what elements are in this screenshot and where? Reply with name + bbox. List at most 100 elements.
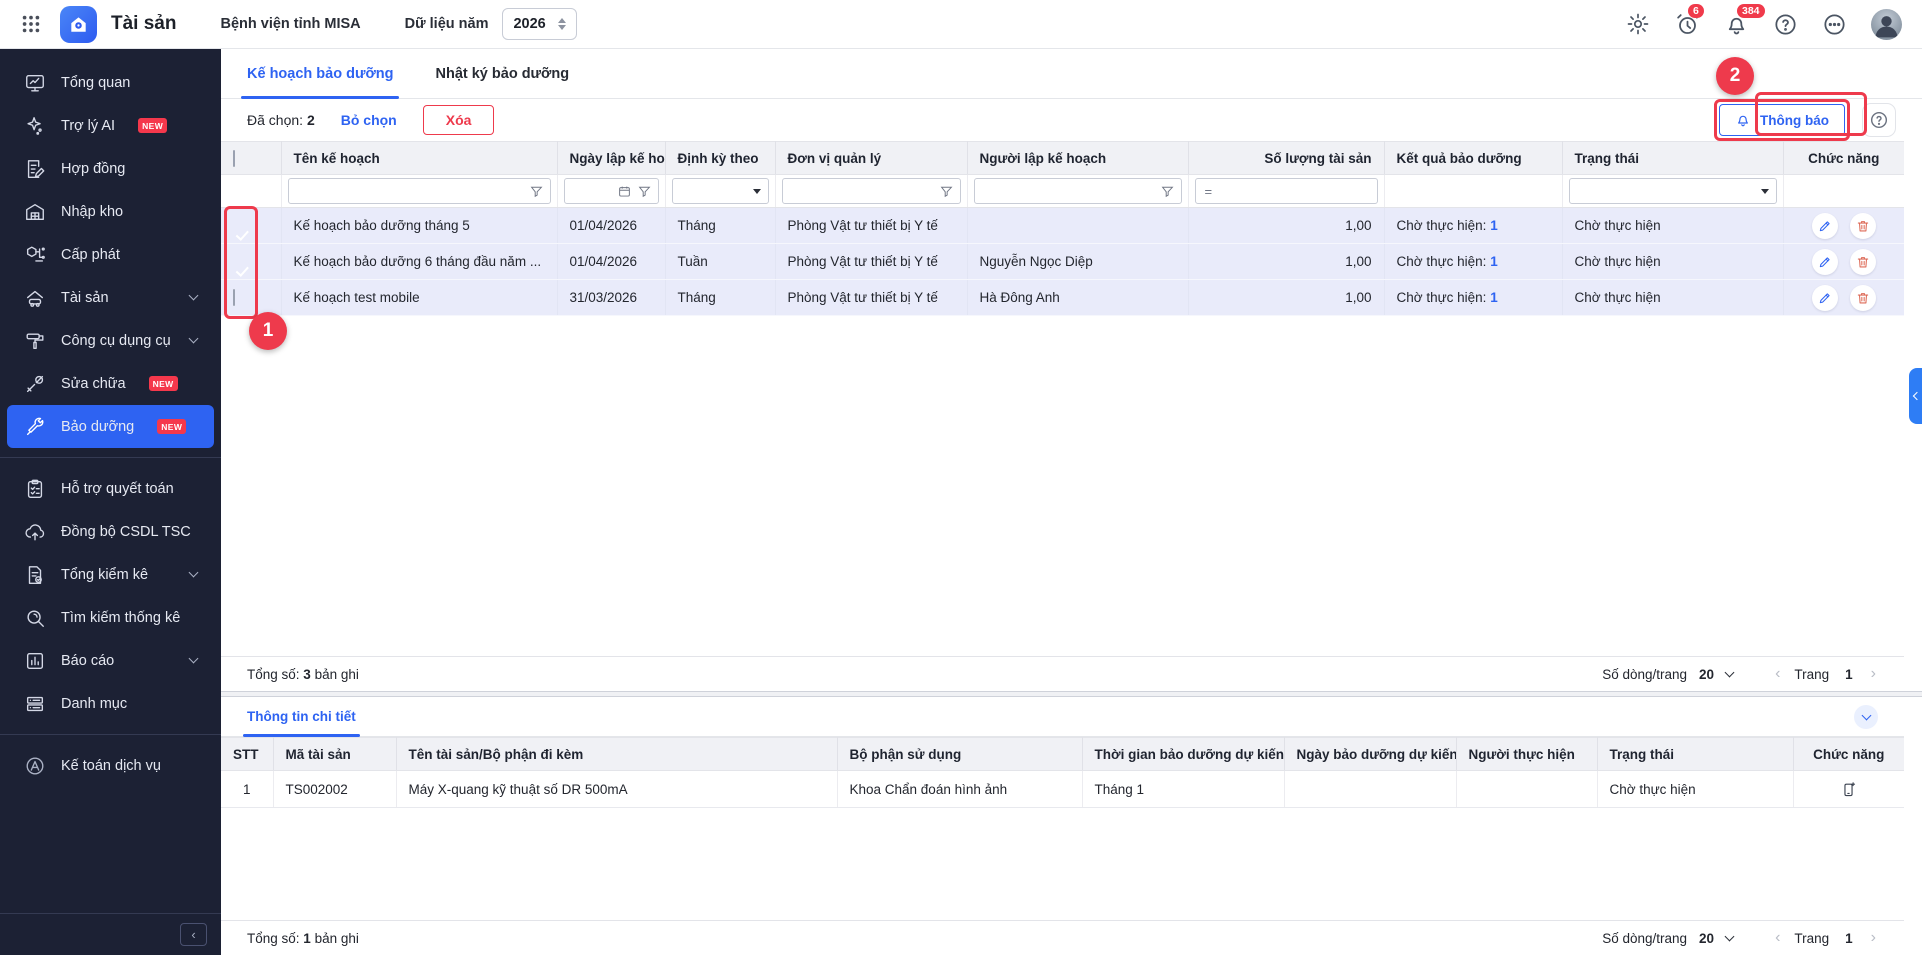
next-page-button[interactable]: › bbox=[1869, 665, 1878, 683]
per-page-caret-icon[interactable] bbox=[1725, 931, 1735, 941]
sidebar-item-ke-toan-dich-vu[interactable]: Kế toán dịch vụ bbox=[0, 744, 221, 787]
tab-ke-hoach-bao-duong[interactable]: Kế hoạch bảo dưỡng bbox=[247, 49, 393, 98]
notify-button[interactable]: Thông báo bbox=[1719, 104, 1845, 136]
detail-row[interactable]: 1 TS002002 Máy X-quang kỹ thuật số DR 50… bbox=[221, 771, 1904, 808]
cell-asset-name: Máy X-quang kỹ thuật số DR 500mA bbox=[396, 771, 837, 808]
stock-in-icon bbox=[24, 201, 46, 223]
sidebar-item-label: Tổng quan bbox=[61, 75, 130, 91]
caret-down-icon bbox=[1761, 189, 1769, 194]
year-selector[interactable]: 2026 bbox=[502, 8, 576, 40]
cell-asset-qty: 1,00 bbox=[1188, 244, 1384, 280]
sidebar-item-hop-dong[interactable]: Hợp đồng bbox=[0, 147, 221, 190]
pencil-icon bbox=[1818, 255, 1832, 269]
per-page-caret-icon[interactable] bbox=[1725, 667, 1735, 677]
allocation-icon bbox=[24, 244, 46, 266]
sidebar-item-tai-san[interactable]: Tài sản bbox=[0, 276, 221, 319]
edit-button[interactable] bbox=[1812, 285, 1838, 311]
user-avatar[interactable] bbox=[1871, 9, 1902, 40]
plan-row[interactable]: Kế hoạch bảo dưỡng tháng 5 01/04/2026 Th… bbox=[221, 208, 1904, 244]
sidebar-item-bao-cao[interactable]: Báo cáo bbox=[0, 639, 221, 682]
header-select-all bbox=[221, 142, 281, 175]
tab-nhat-ky-bao-duong[interactable]: Nhật ký bảo dưỡng bbox=[435, 49, 569, 98]
cell-unit: Phòng Vật tư thiết bị Y tế bbox=[775, 208, 967, 244]
page-number[interactable]: 1 bbox=[1841, 667, 1857, 682]
ai-assistant-icon bbox=[24, 115, 46, 137]
per-page-value[interactable]: 20 bbox=[1699, 931, 1714, 946]
next-page-button[interactable]: › bbox=[1869, 929, 1878, 947]
edit-button[interactable] bbox=[1812, 249, 1838, 275]
cell-checkbox bbox=[221, 244, 281, 280]
more-options-icon[interactable] bbox=[1822, 12, 1847, 37]
sidebar-item-cong-cu-dung-cu[interactable]: Công cụ dụng cụ bbox=[0, 319, 221, 362]
detail-tabbar: Thông tin chi tiết bbox=[221, 697, 1904, 737]
sidebar-item-tong-quan[interactable]: Tổng quan bbox=[0, 61, 221, 104]
year-stepper[interactable] bbox=[558, 18, 566, 30]
year-down-icon[interactable] bbox=[558, 25, 566, 30]
page-label: Trang bbox=[1794, 667, 1829, 682]
sidebar-collapse-button[interactable]: ‹ bbox=[180, 923, 207, 946]
edit-button[interactable] bbox=[1812, 213, 1838, 239]
trash-icon bbox=[1856, 255, 1870, 269]
sidebar-item-cap-phat[interactable]: Cấp phát bbox=[0, 233, 221, 276]
sidebar-item-ho-tro-quyet-toan[interactable]: Hỗ trợ quyết toán bbox=[0, 467, 221, 510]
deselect-button[interactable]: Bỏ chọn bbox=[341, 112, 397, 128]
filter-status-select[interactable] bbox=[1569, 178, 1777, 204]
prev-page-button[interactable]: ‹ bbox=[1773, 929, 1782, 947]
col-don-vi: Đơn vị quản lý bbox=[775, 142, 967, 175]
col-ngay-lap: Ngày lập kế hoạch bbox=[557, 142, 665, 175]
grid-help-button[interactable] bbox=[1862, 103, 1896, 137]
result-label: Chờ thực hiện: bbox=[1397, 218, 1487, 233]
filter-period-select[interactable] bbox=[672, 178, 769, 204]
result-count: 1 bbox=[1490, 290, 1498, 305]
app-launcher-icon[interactable] bbox=[20, 13, 42, 35]
selection-toolbar: Đã chọn: 2 Bỏ chọn Xóa Thông báo bbox=[221, 99, 1922, 141]
delete-row-button[interactable] bbox=[1850, 249, 1876, 275]
add-log-button[interactable] bbox=[1836, 776, 1862, 802]
filter-unit-input[interactable] bbox=[782, 178, 961, 204]
sidebar-item-tim-kiem-thong-ke[interactable]: Tìm kiếm thống kê bbox=[0, 596, 221, 639]
page-number[interactable]: 1 bbox=[1841, 931, 1857, 946]
equals-operator[interactable]: = bbox=[1203, 184, 1217, 199]
year-up-icon[interactable] bbox=[558, 18, 566, 23]
select-all-checkbox[interactable] bbox=[233, 150, 235, 167]
detail-section: Thông tin chi tiết STT Mã tài sản Tên tà… bbox=[221, 697, 1922, 955]
plan-table-section: Tên kế hoạch Ngày lập kế hoạch Định kỳ t… bbox=[221, 141, 1922, 691]
filter-creator-input[interactable] bbox=[974, 178, 1182, 204]
new-badge: NEW bbox=[149, 376, 178, 391]
cell-plan-name: Kế hoạch bảo dưỡng tháng 5 bbox=[281, 208, 557, 244]
plan-row[interactable]: Kế hoạch bảo dưỡng 6 tháng đầu năm ... 0… bbox=[221, 244, 1904, 280]
filter-date-input[interactable] bbox=[564, 178, 659, 204]
sidebar: Tổng quan Trợ lý AI NEW Hợp đồng Nhập kh… bbox=[0, 49, 221, 955]
filter-name-input[interactable] bbox=[288, 178, 551, 204]
sidebar-item-nhap-kho[interactable]: Nhập kho bbox=[0, 190, 221, 233]
settings-gear-icon[interactable] bbox=[1626, 12, 1651, 37]
plan-table: Tên kế hoạch Ngày lập kế hoạch Định kỳ t… bbox=[221, 141, 1904, 316]
detail-header-row: STT Mã tài sản Tên tài sản/Bộ phận đi kè… bbox=[221, 738, 1904, 771]
help-icon[interactable] bbox=[1773, 12, 1798, 37]
sidebar-item-bao-duong[interactable]: Bảo dưỡng NEW bbox=[7, 405, 214, 448]
sidebar-item-sua-chua[interactable]: Sửa chữa NEW bbox=[0, 362, 221, 405]
sidebar-item-label: Báo cáo bbox=[61, 653, 114, 669]
right-drawer-handle[interactable] bbox=[1909, 368, 1922, 424]
sidebar-item-danh-muc[interactable]: Danh mục bbox=[0, 682, 221, 725]
cell-period: Tháng bbox=[665, 280, 775, 316]
row-checkbox[interactable] bbox=[233, 289, 235, 306]
history-clock-icon[interactable]: 6 bbox=[1675, 12, 1700, 37]
catalog-icon bbox=[24, 693, 46, 715]
delete-row-button[interactable] bbox=[1850, 285, 1876, 311]
delete-button[interactable]: Xóa bbox=[423, 105, 495, 135]
notifications-bell-icon[interactable]: 384 bbox=[1724, 12, 1749, 37]
sidebar-item-tro-ly-ai[interactable]: Trợ lý AI NEW bbox=[0, 104, 221, 147]
sidebar-item-tong-kiem-ke[interactable]: Tổng kiểm kê bbox=[0, 553, 221, 596]
sidebar-item-dong-bo-csdl-tsc[interactable]: Đồng bộ CSDL TSC bbox=[0, 510, 221, 553]
filter-qty-input[interactable]: = bbox=[1195, 178, 1378, 204]
detail-collapse-button[interactable] bbox=[1854, 705, 1878, 729]
col-bo-phan-su-dung: Bộ phận sử dụng bbox=[837, 738, 1082, 771]
plan-row[interactable]: Kế hoạch test mobile 31/03/2026 Tháng Ph… bbox=[221, 280, 1904, 316]
per-page-value[interactable]: 20 bbox=[1699, 667, 1714, 682]
tab-thong-tin-chi-tiet[interactable]: Thông tin chi tiết bbox=[247, 697, 356, 736]
pencil-icon bbox=[1818, 291, 1832, 305]
delete-row-button[interactable] bbox=[1850, 213, 1876, 239]
bell-icon bbox=[1735, 112, 1751, 128]
prev-page-button[interactable]: ‹ bbox=[1773, 665, 1782, 683]
